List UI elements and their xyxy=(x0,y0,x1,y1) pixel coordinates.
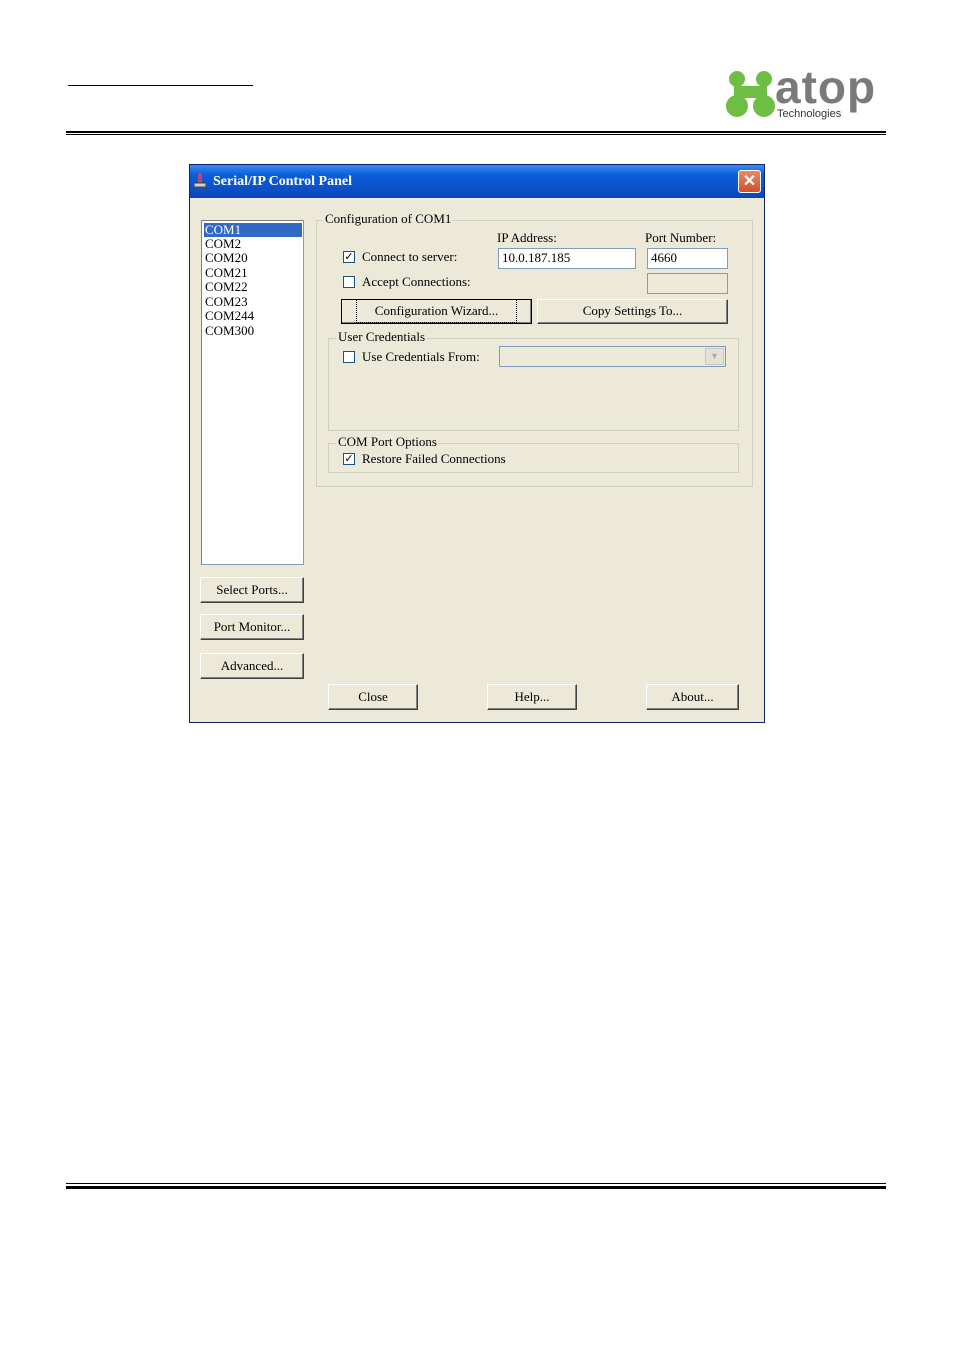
advanced-label: Advanced... xyxy=(220,658,284,673)
list-item[interactable]: COM21 xyxy=(204,266,302,280)
com-port-options-label: COM Port Options xyxy=(336,434,439,450)
chevron-down-icon[interactable]: ▼ xyxy=(705,348,724,365)
port-listbox[interactable]: COM1 COM2 COM20 COM21 COM22 COM23 COM244… xyxy=(201,220,304,565)
select-ports-label: Select Ports... xyxy=(216,582,288,597)
close-button[interactable]: Close xyxy=(328,684,418,710)
serial-ip-window: Serial/IP Control Panel ✕ COM1 COM2 COM2… xyxy=(189,164,765,723)
list-item[interactable]: COM20 xyxy=(204,251,302,265)
list-item[interactable]: COM300 xyxy=(204,324,302,338)
ip-address-label: IP Address: xyxy=(497,230,557,245)
about-label: About... xyxy=(671,689,714,704)
port-monitor-button[interactable]: Port Monitor... xyxy=(200,614,304,640)
list-item[interactable]: COM2 xyxy=(204,237,302,251)
list-item[interactable]: COM22 xyxy=(204,280,302,294)
port-number-label: Port Number: xyxy=(645,230,717,245)
header-rule xyxy=(66,131,886,133)
help-button[interactable]: Help... xyxy=(487,684,577,710)
app-icon xyxy=(193,173,207,190)
ip-address-input[interactable]: 10.0.187.185 xyxy=(498,248,636,269)
copy-settings-label: Copy Settings To... xyxy=(582,303,683,318)
header-rule-thin xyxy=(66,134,886,135)
footer-rule xyxy=(66,1186,886,1189)
help-label: Help... xyxy=(514,689,550,704)
configuration-wizard-button[interactable]: Configuration Wizard... xyxy=(341,299,532,324)
connect-to-server-checkbox[interactable]: ✓ xyxy=(343,251,355,263)
accept-connections-label: Accept Connections: xyxy=(362,274,471,289)
list-item[interactable]: COM23 xyxy=(204,295,302,309)
advanced-button[interactable]: Advanced... xyxy=(200,653,304,679)
credentials-select[interactable] xyxy=(499,346,726,367)
logo-word: atop xyxy=(775,61,877,113)
logo-subtitle: Technologies xyxy=(777,108,842,120)
header-underline xyxy=(68,85,253,86)
title-bar[interactable]: Serial/IP Control Panel ✕ xyxy=(190,165,764,198)
port-number-input[interactable]: 4660 xyxy=(647,248,728,269)
copy-settings-button[interactable]: Copy Settings To... xyxy=(537,299,728,324)
restore-failed-label: Restore Failed Connections xyxy=(362,451,506,466)
accept-port-input[interactable] xyxy=(647,273,728,294)
accept-connections-checkbox[interactable] xyxy=(343,276,355,288)
use-credentials-checkbox[interactable] xyxy=(343,351,355,363)
about-button[interactable]: About... xyxy=(646,684,739,710)
footer-rule-thin xyxy=(66,1183,886,1184)
port-monitor-label: Port Monitor... xyxy=(213,619,291,634)
close-label: Close xyxy=(358,689,388,704)
list-item[interactable]: COM1 xyxy=(204,223,302,237)
connect-to-server-label: Connect to server: xyxy=(362,249,458,264)
configuration-wizard-label: Configuration Wizard... xyxy=(355,299,518,323)
configuration-group-label: Configuration of COM1 xyxy=(323,211,454,227)
restore-failed-checkbox[interactable]: ✓ xyxy=(343,453,355,465)
user-credentials-label: User Credentials xyxy=(336,329,428,345)
list-item[interactable]: COM244 xyxy=(204,309,302,323)
use-credentials-label: Use Credentials From: xyxy=(362,349,480,364)
close-window-icon[interactable]: ✕ xyxy=(738,170,761,193)
window-title: Serial/IP Control Panel xyxy=(213,174,352,189)
select-ports-button[interactable]: Select Ports... xyxy=(200,577,304,603)
